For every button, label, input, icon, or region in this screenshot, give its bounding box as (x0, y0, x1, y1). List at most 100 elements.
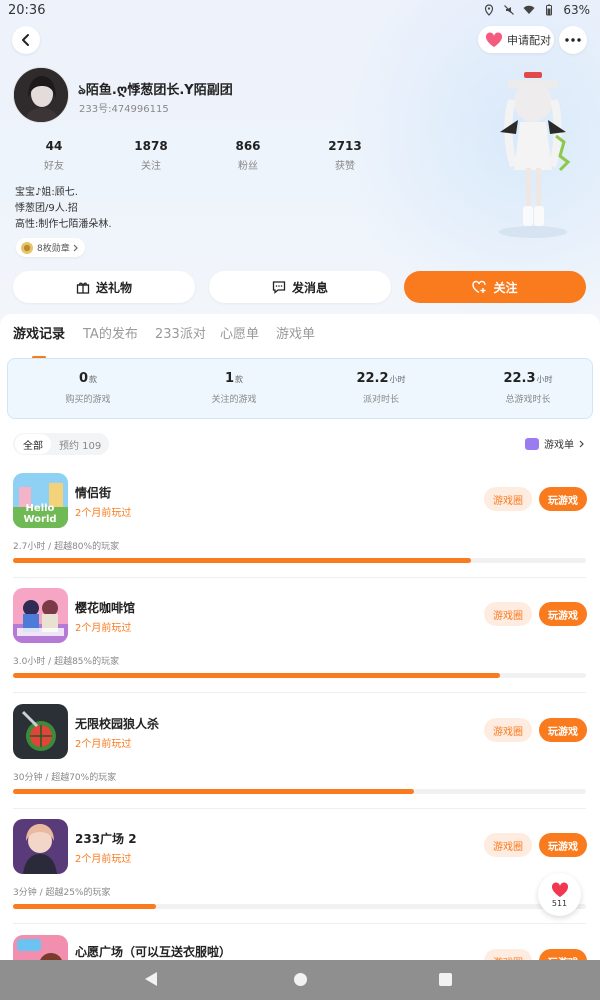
avatar[interactable] (13, 67, 69, 123)
message-icon (272, 281, 286, 294)
chevron-left-icon (22, 34, 29, 46)
floating-like-button[interactable]: 511 (538, 873, 581, 916)
summary-unit: 款 (235, 375, 244, 384)
playtime-fill (13, 558, 472, 563)
game-row[interactable]: 无限校园狼人杀 2个月前玩过 游戏圈 玩游戏 30分钟 / 超越70%的玩家 (0, 704, 600, 819)
nav-home-icon[interactable] (294, 973, 307, 986)
game-playtime: 3.0小时 / 超越85%的玩家 (13, 657, 120, 667)
summary-followed: 1款 关注的游戏 (174, 371, 294, 405)
playtime-bar (13, 789, 586, 794)
stat-label: 关注 (141, 161, 161, 172)
game-circle-button[interactable]: 游戏圈 (484, 718, 532, 742)
summary-unit: 小时 (389, 375, 406, 384)
bio-line: 宝宝♪姐:顾七. (15, 187, 78, 198)
game-row[interactable]: 樱花咖啡馆 2个月前玩过 游戏圈 玩游戏 3.0小时 / 超越85%的玩家 (0, 588, 600, 703)
apply-match-label: 申请配对 (507, 33, 551, 47)
stat-following[interactable]: 1878 关注 (116, 139, 186, 172)
status-time: 20:36 (8, 3, 46, 18)
game-list-icon (525, 437, 539, 450)
summary-label: 派对时长 (362, 395, 399, 405)
stat-value: 1878 (134, 139, 168, 153)
stat-likes[interactable]: 2713 获赞 (310, 139, 380, 172)
avatar-portrait-icon (14, 68, 68, 122)
game-circle-button[interactable]: 游戏圈 (484, 602, 532, 626)
send-message-label: 发消息 (291, 280, 328, 295)
system-nav-bar (0, 960, 600, 1000)
game-icon-wish-square (13, 935, 68, 960)
send-gift-button[interactable]: 送礼物 (13, 271, 195, 303)
profile-tabs: 游戏记录 TA的发布 233派对 心愿单 游戏单 (0, 323, 600, 359)
send-message-button[interactable]: 发消息 (209, 271, 391, 303)
back-button[interactable] (12, 26, 40, 54)
game-circle-button[interactable]: 游戏圈 (484, 833, 532, 857)
stat-label: 获赞 (335, 161, 355, 172)
play-game-button[interactable]: 玩游戏 (539, 602, 587, 626)
row-divider (13, 577, 586, 578)
stat-value: 866 (235, 139, 261, 153)
game-list-link[interactable]: 游戏单 (525, 436, 585, 451)
row-divider (13, 923, 586, 924)
tab-wishlist[interactable]: 心愿单 (220, 323, 259, 342)
play-game-button[interactable]: 玩游戏 (539, 487, 587, 511)
game-circle-button[interactable]: 游戏圈 (484, 487, 532, 511)
character-avatar-figure[interactable] (478, 56, 588, 246)
play-game-button[interactable]: 玩游戏 (539, 833, 587, 857)
stat-value: 44 (45, 139, 63, 153)
filter-reserved[interactable]: 预约 109 (51, 434, 109, 454)
play-game-button[interactable]: 玩游戏 (539, 718, 587, 742)
profile-content: 游戏记录 TA的发布 233派对 心愿单 游戏单 0款 购买的游戏 1款 关注的… (0, 314, 600, 960)
tab-party[interactable]: 233派对 (155, 323, 206, 342)
stat-label: 好友 (44, 161, 64, 172)
summary-value: 22.3 (503, 371, 536, 386)
stat-friends[interactable]: 44 好友 (19, 139, 89, 172)
like-count: 511 (551, 898, 568, 908)
nav-back-icon[interactable] (145, 972, 157, 986)
game-summary: 0款 购买的游戏 1款 关注的游戏 22.2小时 派对时长 22.3小时 总游戏… (7, 358, 593, 419)
stat-fans[interactable]: 866 粉丝 (213, 139, 283, 172)
nav-recent-apps-icon[interactable] (439, 973, 452, 986)
playtime-fill (13, 673, 501, 678)
game-row[interactable]: Hello World 情侣街 2个月前玩过 游戏圈 玩游戏 2.7小时 / 超… (0, 473, 600, 588)
apply-match-button[interactable]: 申请配对 (478, 26, 554, 53)
game-last-played: 2个月前玩过 (75, 623, 132, 634)
svg-text:Hello: Hello (26, 503, 55, 514)
bio: 宝宝♪姐:顾七. 悸葱团/9人.招 高性:制作七陌潘朵林. (15, 185, 112, 233)
summary-party-time: 22.2小时 派对时长 (321, 371, 441, 405)
game-last-played: 2个月前玩过 (75, 739, 132, 750)
tab-game-records[interactable]: 游戏记录 (13, 323, 65, 342)
filter-all[interactable]: 全部 (15, 434, 51, 454)
battery-percent: 63% (563, 3, 590, 17)
tab-posts[interactable]: TA的发布 (83, 323, 138, 342)
more-options-button[interactable] (559, 26, 587, 54)
game-last-played: 2个月前玩过 (75, 508, 132, 519)
game-row[interactable]: 心愿广场（可以互送衣服啦） 游戏圈 玩游戏 (0, 935, 600, 960)
follow-button[interactable]: 关注 (404, 271, 586, 303)
bio-line: 高性:制作七陌潘朵林. (15, 219, 112, 230)
stat-value: 2713 (328, 139, 362, 153)
stat-label: 粉丝 (238, 161, 258, 172)
heart-plus-icon (472, 280, 487, 294)
svg-text:World: World (23, 514, 56, 525)
follow-label: 关注 (493, 280, 518, 295)
playtime-bar (13, 673, 586, 678)
user-id: 233号:474996115 (79, 104, 169, 115)
tab-game-lists[interactable]: 游戏单 (276, 323, 315, 342)
game-last-played: 2个月前玩过 (75, 854, 132, 865)
badge-label: 8枚勋章 (37, 244, 70, 254)
summary-value: 22.2 (356, 371, 389, 386)
status-icons: 63% (483, 3, 590, 17)
game-icon-lovers-street: Hello World (13, 473, 68, 528)
summary-label: 关注的游戏 (211, 395, 257, 405)
gift-icon (76, 282, 90, 294)
record-filter: 全部 预约 109 (13, 433, 110, 455)
playtime-fill (13, 789, 415, 794)
play-game-button[interactable]: 玩游戏 (539, 949, 587, 960)
game-playtime: 30分钟 / 超越70%的玩家 (13, 773, 117, 783)
game-row[interactable]: 233广场 2 2个月前玩过 游戏圈 玩游戏 3分钟 / 超越25%的玩家 (0, 819, 600, 934)
summary-unit: 小时 (536, 375, 553, 384)
badge-chip[interactable]: 8枚勋章 (16, 238, 85, 257)
game-circle-button[interactable]: 游戏圈 (484, 949, 532, 960)
playtime-bar (13, 904, 586, 909)
heart-icon (551, 881, 568, 897)
game-name: 樱花咖啡馆 (75, 601, 136, 615)
